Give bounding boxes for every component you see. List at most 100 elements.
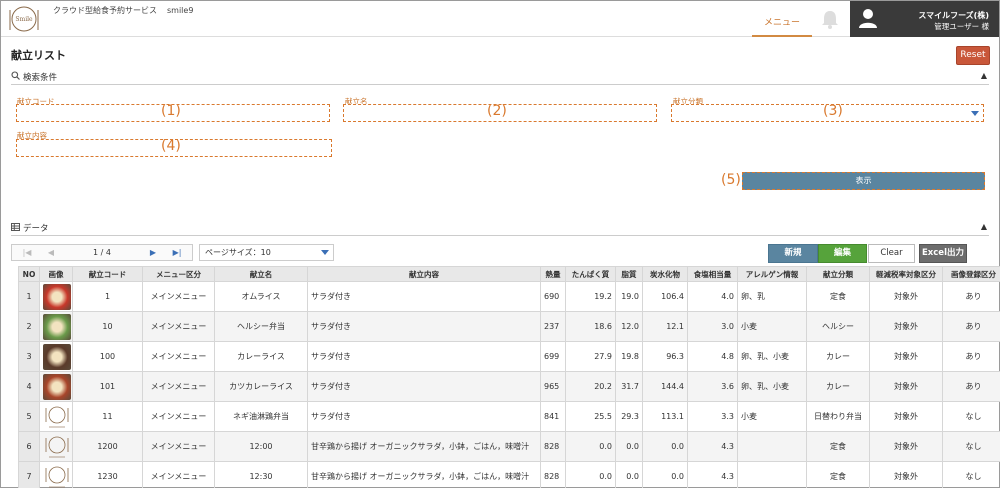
cell-allergen: 卵、乳、小麦 (737, 371, 807, 402)
menu-table: NO 画像 献立コード メニュー区分 献立名 献立内容 熱量 たんぱく質 脂質 炭水化物 食塩相当量… (18, 266, 1000, 488)
clear-button[interactable]: Clear (868, 244, 915, 263)
column-header[interactable]: 炭水化物 (642, 266, 688, 282)
cell-carb: 0.0 (642, 461, 688, 488)
new-button[interactable]: 新規 (768, 244, 818, 263)
table-row[interactable]: 7 1230 メインメニュー 12:30 甘辛鶏から揚げ オーガニックサラダ，小鉢，ごは… (18, 461, 1000, 488)
cell-salt: 4.0 (687, 281, 738, 312)
menu-thumbnail (39, 461, 73, 488)
marker-5: (5) (721, 172, 741, 188)
column-header[interactable]: 軽減税率対象区分 (869, 266, 943, 282)
cell-carb: 12.1 (642, 311, 688, 342)
chevron-up-icon[interactable]: ▲ (981, 222, 987, 231)
prev-page-icon[interactable]: ◀ (40, 245, 62, 260)
cell-code: 1 (72, 281, 143, 312)
cell-carb: 96.3 (642, 341, 688, 372)
cell-no: 3 (18, 341, 40, 372)
cell-category: カレー (806, 371, 870, 402)
cell-no: 5 (18, 401, 40, 432)
cell-allergen: 小麦 (737, 311, 807, 342)
column-header[interactable]: 画像 (39, 266, 73, 282)
page-size-select[interactable]: ページサイズ：10 (199, 244, 334, 261)
bell-icon[interactable] (816, 7, 844, 31)
data-section-label: データ (23, 224, 49, 234)
page-title: 献立リスト (11, 49, 66, 62)
app-code: smile9 (167, 6, 194, 15)
last-page-icon[interactable]: ▶| (166, 245, 188, 260)
column-header[interactable]: 熱量 (540, 266, 566, 282)
cell-category: ヘルシー (806, 311, 870, 342)
search-section-header[interactable]: 検索条件 ▲ (11, 71, 989, 85)
cell-img-reg: あり (942, 371, 1000, 402)
cell-menu-kubun: メインメニュー (142, 401, 215, 432)
cell-code: 1230 (72, 461, 143, 488)
next-page-icon[interactable]: ▶ (142, 245, 164, 260)
column-header[interactable]: メニュー区分 (142, 266, 215, 282)
cell-img-reg: あり (942, 341, 1000, 372)
cell-protein: 27.9 (565, 341, 616, 372)
cell-category: 日替わり弁当 (806, 401, 870, 432)
cell-carb: 106.4 (642, 281, 688, 312)
cell-fat: 12.0 (615, 311, 643, 342)
cell-menu-kubun: メインメニュー (142, 461, 215, 488)
cell-protein: 20.2 (565, 371, 616, 402)
cell-content: サラダ付き (307, 311, 541, 342)
cell-carb: 144.4 (642, 371, 688, 402)
table-row[interactable]: 4 101 メインメニュー カツカレーライス サラダ付き 965 20.2 31.7 144.4… (18, 371, 1000, 402)
table-row[interactable]: 5 11 メインメニュー ネギ油淋鶏弁当 サラダ付き 841 25.5 29.3 113.1 3.… (18, 401, 1000, 432)
app-header: Smile クラウド型給食予約サービス smile9 メニュー スマイルフーズ(株… (1, 1, 999, 37)
cell-allergen: 小麦 (737, 401, 807, 432)
column-header[interactable]: アレルゲン情報 (737, 266, 807, 282)
data-section-header[interactable]: データ ▲ (11, 222, 989, 236)
food-photo-thumbnail (43, 373, 71, 400)
show-button[interactable]: 表示 (742, 172, 985, 190)
column-header[interactable]: 献立内容 (307, 266, 541, 282)
cell-content: 甘辛鶏から揚げ オーガニックサラダ，小鉢，ごはん，味噌汁 (307, 431, 541, 462)
cell-fat: 19.8 (615, 341, 643, 372)
cell-tax: 対象外 (869, 311, 943, 342)
column-header[interactable]: 献立名 (214, 266, 308, 282)
chevron-up-icon[interactable]: ▲ (981, 71, 987, 80)
column-header[interactable]: 食塩相当量 (687, 266, 738, 282)
cell-protein: 0.0 (565, 461, 616, 488)
cell-kcal: 237 (540, 311, 566, 342)
cell-carb: 0.0 (642, 431, 688, 462)
cell-name: カツカレーライス (214, 371, 308, 402)
column-header[interactable]: たんぱく質 (565, 266, 616, 282)
cell-salt: 3.6 (687, 371, 738, 402)
cell-allergen: 卵、乳、小麦 (737, 341, 807, 372)
column-header[interactable]: 画像登録区分 (942, 266, 1000, 282)
reset-button[interactable]: Reset (956, 46, 990, 65)
tab-menu[interactable]: メニュー (752, 11, 812, 37)
column-header[interactable]: 献立分類 (806, 266, 870, 282)
column-header[interactable]: 脂質 (615, 266, 643, 282)
no-image-logo-icon (45, 436, 69, 457)
cell-name: ネギ油淋鶏弁当 (214, 401, 308, 432)
no-image-logo-icon (45, 466, 69, 487)
cell-img-reg: なし (942, 401, 1000, 432)
cell-img-reg: なし (942, 431, 1000, 462)
menu-thumbnail (39, 281, 73, 312)
cell-code: 101 (72, 371, 143, 402)
column-header[interactable]: 献立コード (72, 266, 143, 282)
table-row[interactable]: 6 1200 メインメニュー 12:00 甘辛鶏から揚げ オーガニックサラダ，小鉢，ごは… (18, 431, 1000, 462)
cell-kcal: 828 (540, 461, 566, 488)
table-row[interactable]: 3 100 メインメニュー カレーライス サラダ付き 699 27.9 19.8 96.3 4.8… (18, 341, 1000, 372)
cell-menu-kubun: メインメニュー (142, 431, 215, 462)
page-indicator: 1 / 4 (93, 248, 111, 257)
first-page-icon[interactable]: |◀ (16, 245, 38, 260)
excel-export-button[interactable]: Excel出力 (919, 244, 967, 263)
cell-tax: 対象外 (869, 281, 943, 312)
table-row[interactable]: 1 1 メインメニュー オムライス サラダ付き 690 19.2 19.0 106.4 4.0 卵、… (18, 281, 1000, 312)
cell-no: 1 (18, 281, 40, 312)
menu-thumbnail (39, 401, 73, 432)
menu-thumbnail (39, 371, 73, 402)
user-role: 管理ユーザー 様 (934, 22, 989, 31)
user-menu[interactable]: スマイルフーズ(株) 管理ユーザー 様 (850, 1, 999, 37)
edit-button[interactable]: 編集 (818, 244, 867, 263)
food-photo-thumbnail (43, 283, 71, 310)
menu-thumbnail (39, 341, 73, 372)
cell-menu-kubun: メインメニュー (142, 281, 215, 312)
table-row[interactable]: 2 10 メインメニュー ヘルシー弁当 サラダ付き 237 18.6 12.0 12.1 3.0 小… (18, 311, 1000, 342)
column-header[interactable]: NO (18, 266, 40, 282)
no-image-logo-icon (45, 406, 69, 427)
